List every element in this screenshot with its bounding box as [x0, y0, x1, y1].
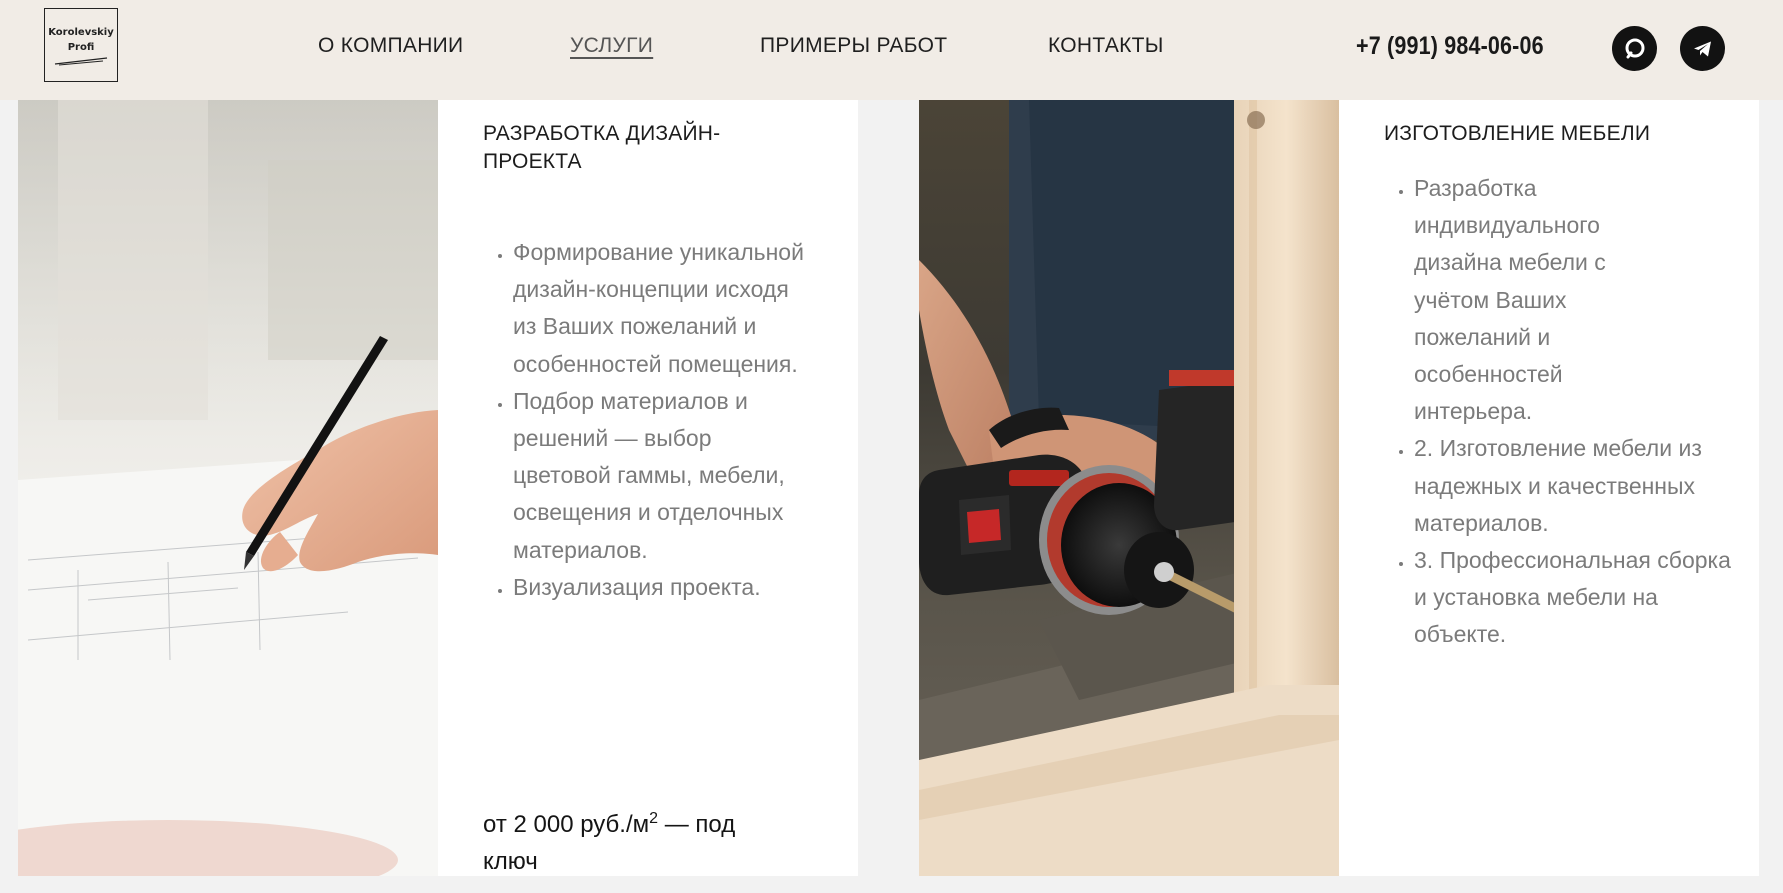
logo-line-1: Korolevskiy [48, 26, 114, 38]
price-prefix: от 2 000 руб./м [483, 811, 650, 838]
telegram-icon [1693, 41, 1711, 56]
list-item: Визуализация проекта. [513, 569, 813, 606]
phone-link[interactable]: +7 (991) 984-06-06 [1356, 32, 1544, 61]
hand-drawing-plan-image [18, 100, 438, 876]
service-features-list: Разработка индивидуального дизайна мебел… [1384, 170, 1734, 654]
list-item: 3. Профессиональная сборка и установка м… [1414, 542, 1734, 654]
nav-item-about[interactable]: О КОМПАНИИ [318, 34, 463, 58]
logo[interactable]: Korolevskiy Profi [44, 8, 118, 82]
nav-item-contacts[interactable]: КОНТАКТЫ [1048, 34, 1164, 58]
telegram-button[interactable] [1680, 26, 1725, 71]
site-header: Korolevskiy Profi О КОМПАНИИ УСЛУГИ ПРИМ… [0, 0, 1783, 100]
service-title-line-2: ПРОЕКТА [483, 150, 582, 173]
price-line-1: от 2 000 руб./м2 — под [483, 806, 735, 843]
list-item: Формирование уникальной дизайн-концепции… [513, 234, 813, 383]
logo-line-2: Profi [67, 41, 95, 53]
nav-item-services[interactable]: УСЛУГИ [570, 34, 653, 58]
service-features-list: Формирование уникальной дизайн-концепции… [483, 234, 813, 606]
service-price: от 2 000 руб./м2 — под ключ [483, 806, 735, 880]
price-unit-exponent: 2 [649, 810, 659, 827]
service-card-furniture: ИЗГОТОВЛЕНИЕ МЕБЕЛИ Разработка индивидуа… [1339, 100, 1759, 876]
chat-button[interactable] [1612, 26, 1657, 71]
service-image-design [18, 100, 438, 876]
service-title: РАЗРАБОТКА ДИЗАЙН- ПРОЕКТА [483, 120, 720, 176]
service-card-design: РАЗРАБОТКА ДИЗАЙН- ПРОЕКТА Формирование … [438, 100, 858, 876]
service-title-line-1: РАЗРАБОТКА ДИЗАЙН- [483, 122, 721, 145]
list-item: Разработка индивидуального дизайна мебел… [1414, 170, 1614, 430]
logo-signature-icon [54, 56, 108, 65]
drill-assembly-image [919, 100, 1339, 876]
service-title: ИЗГОТОВЛЕНИЕ МЕБЕЛИ [1384, 122, 1651, 145]
nav-item-portfolio[interactable]: ПРИМЕРЫ РАБОТ [760, 34, 947, 58]
price-suffix: — под [658, 811, 736, 838]
service-image-furniture [919, 100, 1339, 876]
chat-icon [1625, 38, 1644, 58]
list-item: 2. Изготовление мебели из надежных и кач… [1414, 430, 1734, 542]
list-item: Подбор материалов и решений — выбор цвет… [513, 383, 813, 569]
price-line-2: ключ [483, 848, 538, 875]
